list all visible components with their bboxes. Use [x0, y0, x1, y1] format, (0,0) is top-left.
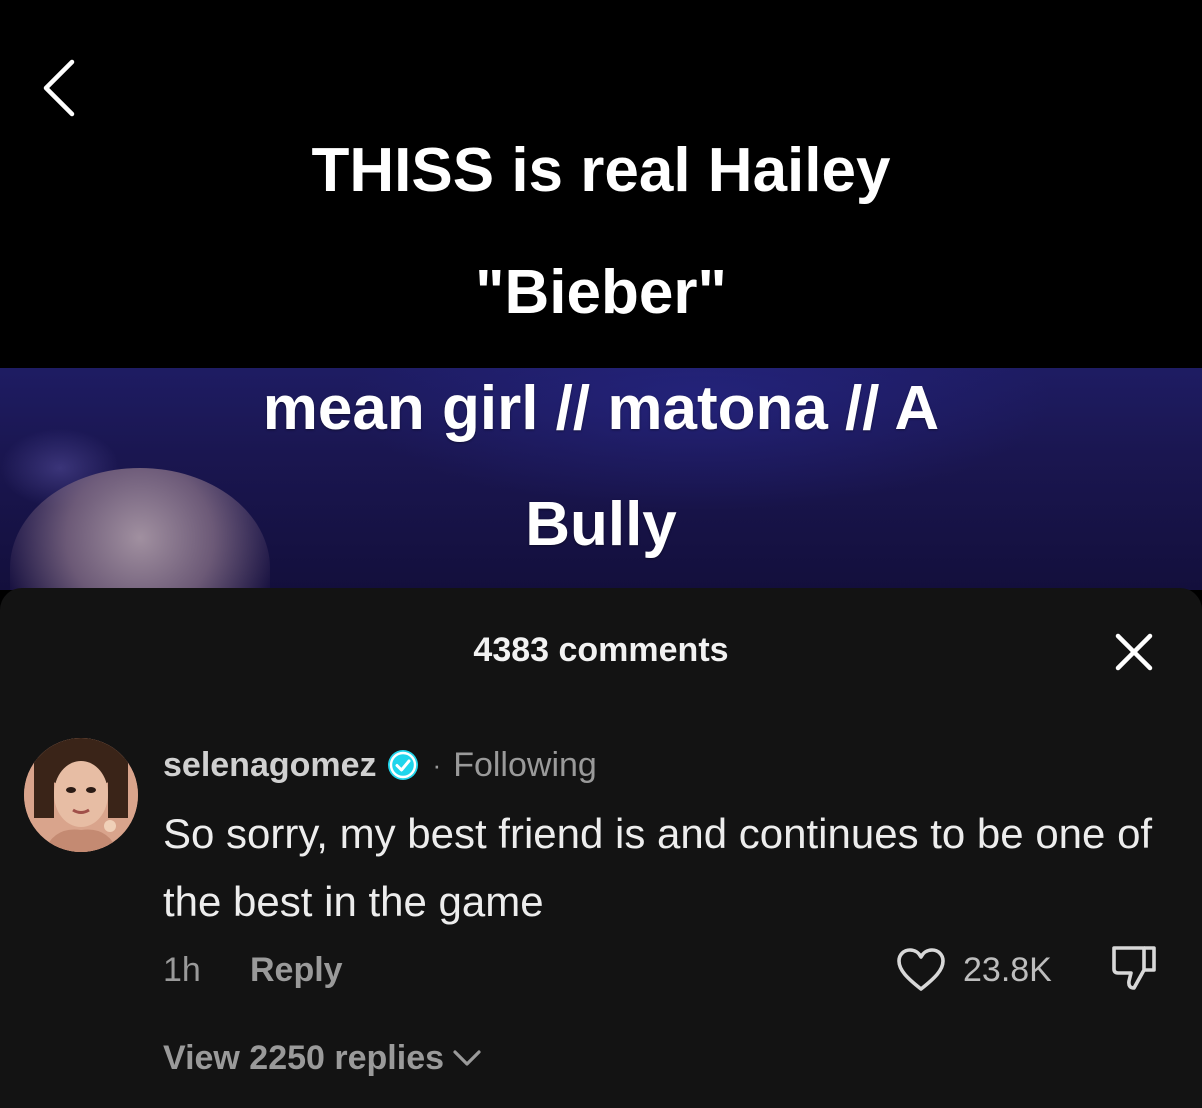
chevron-left-icon	[43, 59, 75, 117]
close-icon	[1115, 633, 1153, 671]
thumbs-down-icon	[1112, 946, 1156, 990]
chevron-down-icon	[453, 1050, 481, 1066]
view-replies-button[interactable]: View 2250 replies	[163, 1036, 482, 1080]
back-button[interactable]	[34, 56, 82, 120]
video-caption-line-2: "Bieber"	[475, 258, 727, 327]
video-caption-line-4: Bully	[525, 490, 677, 559]
comment-username[interactable]: selenagomez	[163, 746, 377, 785]
video-caption-line-3: mean girl // matona // A	[262, 374, 940, 443]
view-replies-label: View 2250 replies	[163, 1039, 445, 1077]
separator-dot: ·	[432, 749, 442, 780]
like-button[interactable]	[893, 945, 949, 995]
comment-timestamp: 1h	[163, 951, 201, 989]
like-count: 23.8K	[963, 951, 1052, 989]
avatar-photo	[24, 738, 138, 852]
avatar[interactable]	[24, 738, 138, 852]
comments-count-title: 4383 comments	[473, 631, 729, 669]
heart-icon	[897, 948, 945, 991]
close-button[interactable]	[1108, 626, 1160, 678]
comment-text: So sorry, my best friend is and continue…	[163, 810, 1153, 925]
video-player[interactable]: THISS is real Hailey "Bieber" mean girl …	[0, 0, 1202, 590]
following-label: Following	[453, 745, 597, 784]
reply-button[interactable]: Reply	[250, 948, 343, 992]
verified-badge-icon	[387, 750, 418, 780]
video-caption-line-1: THISS is real Hailey	[311, 136, 891, 205]
dislike-button[interactable]	[1106, 940, 1162, 996]
comments-sheet: 4383 comments selenagomez · Following So…	[0, 588, 1202, 1108]
comment-header: selenagomez · Following	[163, 742, 597, 788]
